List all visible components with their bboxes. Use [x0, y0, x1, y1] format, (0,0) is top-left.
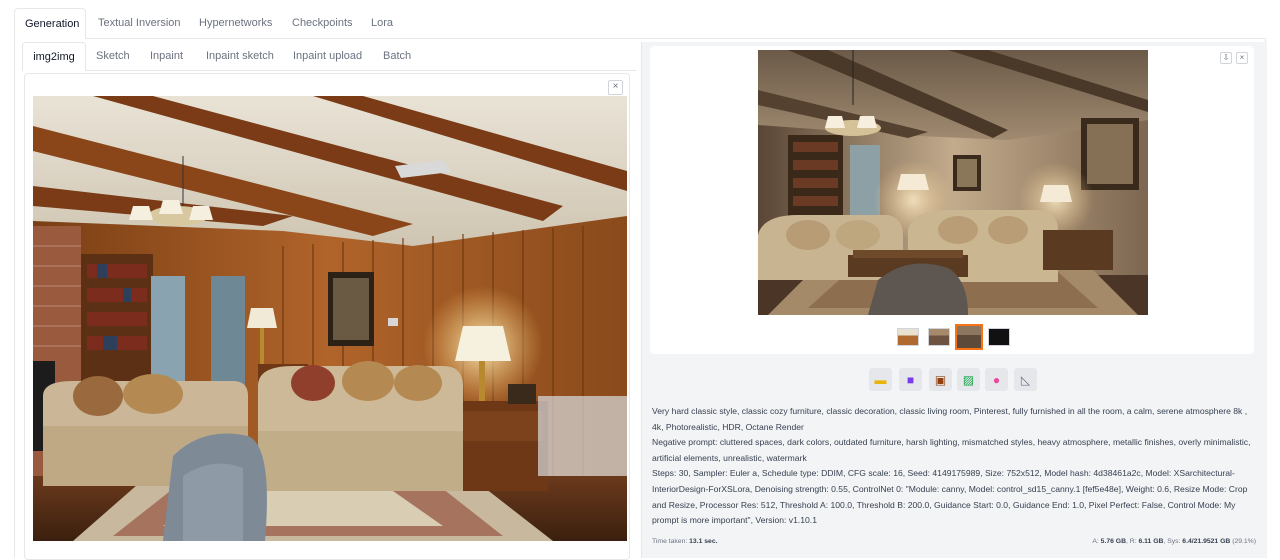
open-folder-button[interactable]: ▬	[869, 368, 892, 391]
tab-inpaint-sketch[interactable]: Inpaint sketch	[196, 42, 284, 70]
vram-a-value: 5.76 GB	[1100, 538, 1126, 545]
prompt-text: Very hard classic style, classic cozy fu…	[652, 406, 1248, 432]
send-to-extras-button[interactable]: ◺	[1014, 368, 1037, 391]
tab-textual-inversion[interactable]: Textual Inversion	[88, 8, 191, 38]
generation-info: Very hard classic style, classic cozy fu…	[652, 404, 1256, 529]
sys-percent: (29.1%)	[1232, 538, 1256, 545]
save-icon: ■	[906, 372, 915, 387]
gallery-thumbnail-2[interactable]	[928, 328, 950, 346]
ruler-icon: ◺	[1020, 372, 1031, 387]
output-gallery: ⇩ ×	[650, 46, 1254, 354]
tab-hypernetworks[interactable]: Hypernetworks	[189, 8, 282, 38]
time-value: 13.1 sec.	[689, 538, 718, 545]
download-button[interactable]: ⇩	[1220, 52, 1232, 64]
img2img-output-panel: ⇩ × ▬ ■ ▣ ▨ ● ◺ Very hard classic style,…	[641, 42, 1267, 558]
clear-image-button[interactable]: ×	[608, 80, 623, 95]
gallery-thumbnail-1[interactable]	[897, 328, 919, 346]
vram-r-label: R:	[1129, 538, 1137, 545]
tab-lora[interactable]: Lora	[361, 8, 403, 38]
tab-inpaint[interactable]: Inpaint	[140, 42, 193, 70]
timing-bar: Time taken: 13.1 sec. A: 5.76 GB, R: 6.1…	[652, 538, 1256, 545]
tab-sketch[interactable]: Sketch	[86, 42, 140, 70]
tab-batch[interactable]: Batch	[373, 42, 421, 70]
tab-checkpoints[interactable]: Checkpoints	[282, 8, 363, 38]
memory-stats: A: 5.76 GB, R: 6.11 GB, Sys: 6.4/21.9521…	[1092, 538, 1256, 545]
img2img-input-panel: img2img Sketch Inpaint Inpaint sketch In…	[22, 42, 636, 560]
tab-img2img[interactable]: img2img	[22, 42, 86, 71]
folder-icon: ▬	[874, 372, 887, 387]
send-to-inpaint-button[interactable]: ●	[985, 368, 1008, 391]
main-tab-bar: Generation Textual Inversion Hypernetwor…	[14, 8, 1266, 39]
tab-inpaint-upload[interactable]: Inpaint upload	[283, 42, 372, 70]
parameters-text: Steps: 30, Sampler: Euler a, Schedule ty…	[652, 468, 1248, 526]
input-image	[33, 96, 627, 541]
send-to-img2img-button[interactable]: ▨	[957, 368, 980, 391]
output-image[interactable]	[758, 50, 1148, 315]
image-send-icon: ▨	[962, 372, 975, 387]
close-gallery-button[interactable]: ×	[1236, 52, 1248, 64]
time-label: Time taken:	[652, 538, 688, 545]
img2img-mode-tabs: img2img Sketch Inpaint Inpaint sketch In…	[22, 42, 636, 71]
save-button[interactable]: ■	[899, 368, 922, 391]
input-image-box[interactable]: ×	[24, 73, 630, 560]
vram-a-label: A:	[1092, 538, 1099, 545]
zip-icon: ▣	[934, 372, 947, 387]
sys-label: Sys:	[1167, 538, 1181, 545]
vram-r-value: 6.11 GB	[1138, 538, 1164, 545]
gallery-thumbnail-3[interactable]	[955, 324, 983, 350]
gallery-thumbnail-4[interactable]	[988, 328, 1010, 346]
palette-icon: ●	[992, 372, 1001, 387]
negative-prompt-text: Negative prompt: cluttered spaces, dark …	[652, 437, 1251, 463]
zip-button[interactable]: ▣	[929, 368, 952, 391]
sys-value: 6.4/21.9521 GB	[1182, 538, 1231, 545]
tab-generation[interactable]: Generation	[14, 8, 86, 39]
